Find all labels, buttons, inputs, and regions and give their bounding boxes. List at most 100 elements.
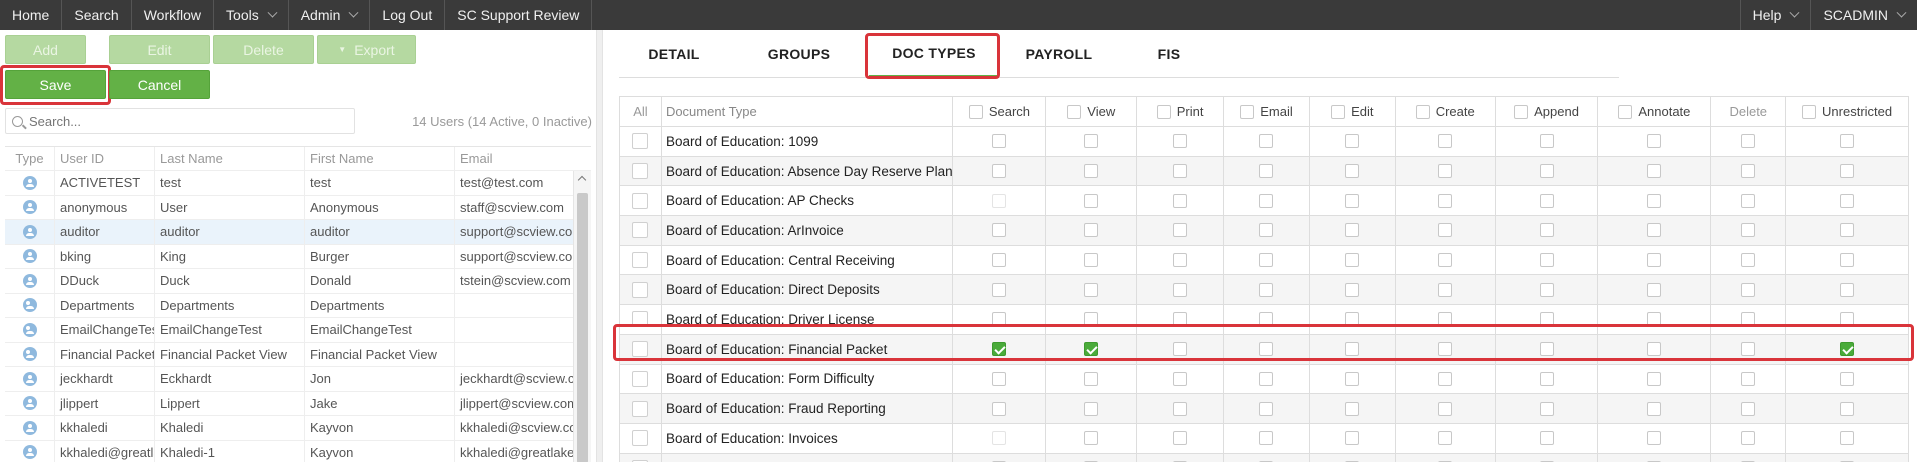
perm-print-checkbox[interactable] [1173, 223, 1188, 238]
perm-annotate-checkbox[interactable] [1647, 282, 1662, 297]
table-row[interactable]: kkhaledi Khaledi Kayvon kkhaledi@scview.com [5, 416, 591, 441]
perm-print-checkbox[interactable] [1173, 253, 1188, 268]
perm-append-checkbox[interactable] [1539, 401, 1554, 416]
scroll-up-icon[interactable] [577, 175, 587, 185]
select-all-create-checkbox[interactable] [1415, 104, 1430, 119]
select-all-edit-checkbox[interactable] [1331, 104, 1346, 119]
perm-annotate-checkbox[interactable] [1647, 253, 1662, 268]
nav-item-sc-support-review[interactable]: SC Support Review [445, 0, 593, 30]
nav-help[interactable]: Help [1739, 0, 1811, 30]
nav-item-admin[interactable]: Admin [289, 0, 371, 30]
perm-create-checkbox[interactable] [1438, 401, 1453, 416]
perm-delete-checkbox[interactable] [1741, 253, 1756, 268]
perm-append-checkbox[interactable] [1539, 431, 1554, 446]
table-row[interactable]: jlippert Lippert Jake jlippert@scview.com [5, 391, 591, 416]
user-search-box[interactable] [5, 108, 355, 134]
perm-annotate-checkbox[interactable] [1647, 371, 1662, 386]
nav-item-home[interactable]: Home [0, 0, 63, 30]
perm-create-checkbox[interactable] [1438, 193, 1453, 208]
perm-edit-checkbox[interactable] [1345, 223, 1360, 238]
row-select-checkbox[interactable] [632, 163, 649, 180]
perm-unrestricted-checkbox[interactable] [1840, 223, 1855, 238]
perm-view-checkbox[interactable] [1084, 193, 1099, 208]
perm-delete-checkbox[interactable] [1741, 193, 1756, 208]
perm-unrestricted-checkbox[interactable] [1840, 431, 1855, 446]
perm-view-checkbox[interactable] [1084, 253, 1099, 268]
perm-email-checkbox[interactable] [1259, 223, 1274, 238]
perm-view-checkbox[interactable] [1084, 371, 1099, 386]
col-type[interactable]: Type [5, 147, 55, 170]
perm-search-checkbox[interactable] [992, 223, 1007, 238]
table-row[interactable]: DDuck Duck Donald tstein@scview.com [5, 269, 591, 294]
nav-item-log-out[interactable]: Log Out [370, 0, 446, 30]
perm-email-checkbox[interactable] [1259, 164, 1274, 179]
perm-email-checkbox[interactable] [1259, 193, 1274, 208]
perm-edit-checkbox[interactable] [1345, 371, 1360, 386]
perm-delete-checkbox[interactable] [1741, 431, 1756, 446]
perm-delete-checkbox[interactable] [1741, 282, 1756, 297]
perm-edit-checkbox[interactable] [1345, 193, 1360, 208]
perm-unrestricted-checkbox[interactable] [1840, 282, 1855, 297]
perm-print-checkbox[interactable] [1173, 134, 1188, 149]
perm-print-checkbox[interactable] [1173, 401, 1188, 416]
perm-unrestricted-checkbox[interactable] [1840, 371, 1855, 386]
perm-print-checkbox[interactable] [1173, 431, 1188, 446]
export-button[interactable]: ▼ Export [317, 35, 416, 64]
perm-create-checkbox[interactable] [1438, 223, 1453, 238]
delete-button[interactable]: Delete [213, 35, 314, 64]
perm-search-checkbox[interactable] [992, 134, 1007, 149]
perm-delete-checkbox[interactable] [1741, 134, 1756, 149]
perm-append-checkbox[interactable] [1539, 223, 1554, 238]
perm-unrestricted-checkbox[interactable] [1840, 134, 1855, 149]
perm-annotate-checkbox[interactable] [1647, 431, 1662, 446]
table-row[interactable]: anonymous User Anonymous staff@scview.com [5, 195, 591, 220]
perm-create-checkbox[interactable] [1438, 164, 1453, 179]
cancel-button[interactable]: Cancel [109, 70, 210, 99]
perm-append-checkbox[interactable] [1539, 253, 1554, 268]
perm-edit-checkbox[interactable] [1345, 134, 1360, 149]
edit-button[interactable]: Edit [109, 35, 210, 64]
perm-view-checkbox[interactable] [1084, 223, 1099, 238]
perm-annotate-checkbox[interactable] [1647, 401, 1662, 416]
perm-print-checkbox[interactable] [1173, 193, 1188, 208]
perm-append-checkbox[interactable] [1539, 282, 1554, 297]
perm-email-checkbox[interactable] [1259, 371, 1274, 386]
perm-view-checkbox[interactable] [1084, 401, 1099, 416]
perm-annotate-checkbox[interactable] [1647, 134, 1662, 149]
perm-search-checkbox[interactable] [992, 193, 1007, 208]
perm-email-checkbox[interactable] [1259, 282, 1274, 297]
col-first-name[interactable]: First Name [305, 147, 455, 170]
perm-edit-checkbox[interactable] [1345, 431, 1360, 446]
perm-append-checkbox[interactable] [1539, 371, 1554, 386]
row-select-checkbox[interactable] [632, 430, 649, 447]
perm-append-checkbox[interactable] [1539, 164, 1554, 179]
perm-search-checkbox[interactable] [992, 253, 1007, 268]
perm-print-checkbox[interactable] [1173, 282, 1188, 297]
nav-user-menu[interactable]: SCADMIN [1810, 0, 1917, 30]
perm-view-checkbox[interactable] [1084, 282, 1099, 297]
scroll-thumb[interactable] [577, 193, 588, 462]
perm-annotate-checkbox[interactable] [1647, 164, 1662, 179]
perm-create-checkbox[interactable] [1438, 282, 1453, 297]
select-all-view-checkbox[interactable] [1067, 104, 1082, 119]
nav-item-tools[interactable]: Tools [214, 0, 289, 30]
perm-unrestricted-checkbox[interactable] [1840, 193, 1855, 208]
col-user-id[interactable]: User ID [55, 147, 155, 170]
perm-search-checkbox[interactable] [992, 371, 1007, 386]
select-all-unrestricted-checkbox[interactable] [1802, 104, 1817, 119]
table-row[interactable]: EmailChangeTest EmailChangeTest EmailChang… [5, 318, 591, 343]
perm-print-checkbox[interactable] [1173, 164, 1188, 179]
select-all-search-checkbox[interactable] [968, 104, 983, 119]
perm-delete-checkbox[interactable] [1741, 164, 1756, 179]
tab-groups[interactable]: GROUPS [729, 30, 869, 78]
tab-detail[interactable]: DETAIL [619, 30, 729, 78]
perm-email-checkbox[interactable] [1259, 401, 1274, 416]
perm-email-checkbox[interactable] [1259, 253, 1274, 268]
table-row[interactable]: Departments Departments Departments [5, 293, 591, 318]
perm-delete-checkbox[interactable] [1741, 223, 1756, 238]
row-select-checkbox[interactable] [632, 400, 649, 417]
nav-item-workflow[interactable]: Workflow [132, 0, 215, 30]
perm-unrestricted-checkbox[interactable] [1840, 253, 1855, 268]
search-input[interactable] [29, 113, 329, 129]
select-all-print-checkbox[interactable] [1156, 104, 1171, 119]
